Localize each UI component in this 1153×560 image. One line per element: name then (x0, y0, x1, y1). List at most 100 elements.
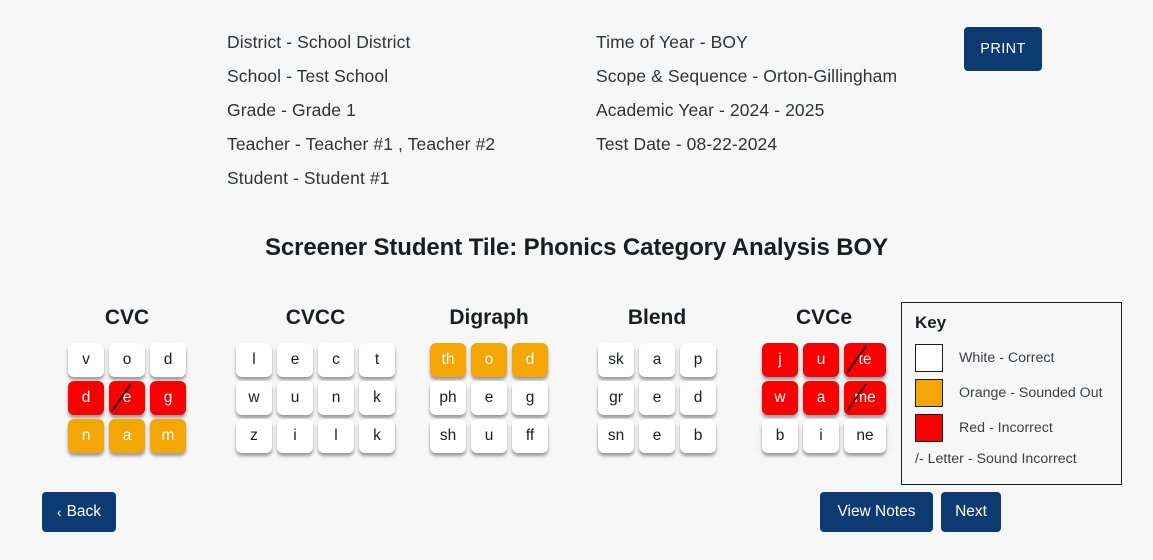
back-button[interactable]: ‹ Back (42, 492, 116, 532)
phonics-tile-label: c (332, 351, 340, 368)
phonics-tile[interactable]: e (109, 381, 145, 415)
phonics-tile[interactable]: j (762, 343, 798, 377)
phonics-tile[interactable]: v (68, 343, 104, 377)
legend-row: Red - Incorrect (915, 410, 1108, 445)
category-cvcc: CVCC l e c t w u n k z i l k (236, 305, 395, 457)
phonics-tile[interactable]: l (236, 343, 272, 377)
phonics-tile-label: m (161, 427, 175, 444)
meta-line-left-0: District - School District (227, 32, 411, 52)
phonics-tile[interactable]: o (109, 343, 145, 377)
meta-column-left: District - School District School - Test … (227, 25, 495, 195)
phonics-tile[interactable]: te (844, 343, 886, 377)
meta-line-left-4: Student - Student #1 (227, 168, 390, 188)
phonics-tile-label: k (373, 389, 381, 406)
phonics-tile-label: l (252, 351, 256, 368)
legend-key-box: Key White - Correct Orange - Sounded Out R… (901, 302, 1122, 485)
phonics-tile-label: a (122, 427, 132, 444)
phonics-tile[interactable]: ne (844, 419, 886, 453)
tile-row: lect (236, 343, 395, 377)
phonics-tile[interactable]: d (512, 343, 548, 377)
phonics-tile[interactable]: sk (598, 343, 634, 377)
phonics-tile[interactable]: n (68, 419, 104, 453)
phonics-tile[interactable]: th (430, 343, 466, 377)
category-digraph: Digraph th o d ph e g sh u ff (430, 305, 548, 457)
phonics-tile[interactable]: o (471, 343, 507, 377)
phonics-tile-label: g (525, 389, 535, 406)
phonics-tile[interactable]: e (639, 419, 675, 453)
phonics-tile-label: p (693, 351, 703, 368)
phonics-tile-label: w (248, 389, 260, 406)
phonics-tile[interactable]: p (680, 343, 716, 377)
category-cvc: CVC v o d d e g n a m (68, 305, 186, 457)
print-button[interactable]: PRINT (964, 27, 1042, 71)
phonics-tile[interactable]: g (512, 381, 548, 415)
phonics-tile[interactable]: me (844, 381, 886, 415)
meta-column-right: Time of Year - BOY Scope & Sequence - Ort… (596, 25, 897, 161)
phonics-tile-label: o (484, 351, 494, 368)
tile-row: gr e d (598, 381, 716, 415)
meta-line-left-2: Grade - Grade 1 (227, 100, 356, 120)
phonics-tile[interactable]: i (803, 419, 839, 453)
chevron-left-icon: ‹ (56, 504, 62, 520)
phonics-tile[interactable]: e (277, 343, 313, 377)
phonics-tile[interactable]: c (318, 343, 354, 377)
phonics-tile[interactable]: sh (430, 419, 466, 453)
meta-line-right-1: Scope & Sequence - Orton-Gillingham (596, 66, 898, 86)
phonics-tile[interactable]: u (803, 343, 839, 377)
phonics-tile-label: k (373, 427, 381, 444)
category-title-digraph: Digraph (449, 306, 529, 329)
phonics-tile-label: l (334, 427, 338, 444)
phonics-tile-label: e (290, 351, 300, 368)
phonics-tile-label: o (122, 351, 132, 368)
next-button[interactable]: Next (941, 492, 1001, 532)
phonics-tile[interactable]: ff (512, 419, 548, 453)
phonics-tile[interactable]: sn (598, 419, 634, 453)
phonics-tile-label: e (122, 389, 132, 406)
phonics-tile[interactable]: g (150, 381, 186, 415)
phonics-tile[interactable]: l (318, 419, 354, 453)
legend-note: /- Letter - Sound Incorrect (915, 451, 1077, 467)
phonics-tile[interactable]: a (803, 381, 839, 415)
phonics-tile-label: n (81, 427, 91, 444)
phonics-tile-label: u (816, 351, 826, 368)
category-title-cvcc: CVCC (285, 306, 346, 329)
category-title-cvce: CVCe (795, 306, 853, 329)
meta-line-left-1: School - Test School (227, 66, 389, 86)
phonics-tile[interactable]: gr (598, 381, 634, 415)
phonics-tile[interactable]: k (359, 381, 395, 415)
phonics-tile[interactable]: b (680, 419, 716, 453)
view-notes-button[interactable]: View Notes (820, 492, 933, 532)
category-title-blend: Blend (627, 306, 687, 329)
phonics-tile[interactable]: u (471, 419, 507, 453)
phonics-tile[interactable]: u (277, 381, 313, 415)
phonics-tile[interactable]: t (359, 343, 395, 377)
legend-label: Red - Incorrect (959, 419, 1053, 436)
phonics-tile-label: n (331, 389, 341, 406)
tile-row: vod (68, 343, 186, 377)
phonics-tile[interactable]: d (68, 381, 104, 415)
legend-swatch (915, 378, 943, 407)
phonics-tile[interactable]: ph (430, 381, 466, 415)
phonics-tile-label: w (774, 389, 786, 406)
phonics-tile-label: sh (439, 427, 457, 444)
legend-label: Orange - Sounded Out (959, 384, 1103, 401)
phonics-tile[interactable]: e (639, 381, 675, 415)
phonics-tile[interactable]: d (150, 343, 186, 377)
phonics-tile[interactable]: w (762, 381, 798, 415)
phonics-tile[interactable]: w (236, 381, 272, 415)
phonics-tile[interactable]: a (639, 343, 675, 377)
phonics-tile-label: ff (525, 427, 535, 444)
phonics-tile[interactable]: e (471, 381, 507, 415)
tile-row: sn e b (598, 419, 716, 453)
phonics-tile-label: b (693, 427, 703, 444)
phonics-tile[interactable]: z (236, 419, 272, 453)
phonics-tile[interactable]: n (318, 381, 354, 415)
report-header: District - School District School - Test … (0, 0, 1153, 200)
phonics-tile[interactable]: d (680, 381, 716, 415)
tile-row: zi l k (236, 419, 395, 453)
phonics-tile[interactable]: k (359, 419, 395, 453)
phonics-tile[interactable]: m (150, 419, 186, 453)
phonics-tile[interactable]: b (762, 419, 798, 453)
phonics-tile[interactable]: a (109, 419, 145, 453)
phonics-tile[interactable]: i (277, 419, 313, 453)
